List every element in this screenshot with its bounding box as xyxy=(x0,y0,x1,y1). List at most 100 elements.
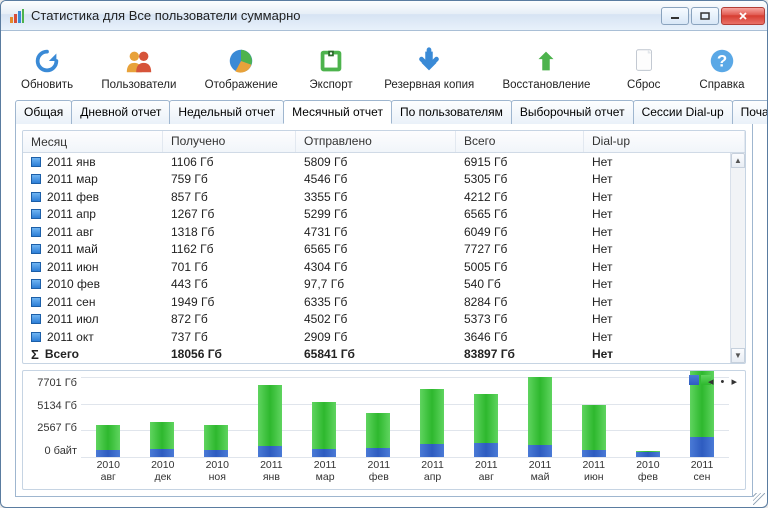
x-tick: 2011 сен xyxy=(691,459,714,483)
table-row[interactable]: 2011 мар759 Гб4546 Гб5305 ГбНет xyxy=(23,171,745,189)
cell-received: 701 Гб xyxy=(163,260,296,274)
reset-button[interactable]: Сброс xyxy=(615,43,673,93)
refresh-button[interactable]: Обновить xyxy=(17,43,77,93)
users-button[interactable]: Пользователи xyxy=(97,43,180,93)
bar-sent xyxy=(96,425,120,450)
cell-received: 1106 Гб xyxy=(163,155,296,169)
monthly-panel: Месяц Получено Отправлено Всего Dial-up … xyxy=(15,124,753,497)
vertical-scrollbar[interactable]: ▲ ▼ xyxy=(730,153,745,363)
tab-weekly[interactable]: Недельный отчет xyxy=(169,100,284,124)
scroll-down-icon[interactable]: ▼ xyxy=(731,348,745,363)
month-icon xyxy=(31,157,41,167)
restore-icon xyxy=(530,45,562,77)
table-row[interactable]: 2011 авг1318 Гб4731 Гб6049 ГбНет xyxy=(23,223,745,241)
backup-button[interactable]: Резервная копия xyxy=(380,43,478,93)
cell-month: 2011 фев xyxy=(47,190,99,204)
cell-total: 3646 Гб xyxy=(456,330,584,344)
tab-monthly[interactable]: Месячный отчет xyxy=(283,100,392,124)
table-row[interactable]: 2011 июл872 Гб4502 Гб5373 ГбНет xyxy=(23,311,745,329)
tab-general[interactable]: Общая xyxy=(15,100,72,124)
bar-group[interactable] xyxy=(366,413,390,457)
cell-received: 443 Гб xyxy=(163,277,296,291)
cell-dialup: Нет xyxy=(584,190,745,204)
tab-by-users[interactable]: По пользователям xyxy=(391,100,512,124)
cell-sent: 4304 Гб xyxy=(296,260,456,274)
cell-sent: 4731 Гб xyxy=(296,225,456,239)
bar-group[interactable] xyxy=(258,385,282,457)
table-row[interactable]: 2011 фев857 Гб3355 Гб4212 ГбНет xyxy=(23,188,745,206)
chart-plot[interactable]: 2010 авг2010 дек2010 ноя2011 янв2011 мар… xyxy=(81,375,739,487)
minimize-button[interactable] xyxy=(661,7,689,25)
month-icon xyxy=(31,314,41,324)
month-icon xyxy=(31,297,41,307)
bar-sent xyxy=(528,377,552,445)
tab-daily[interactable]: Дневной отчет xyxy=(71,100,170,124)
titlebar[interactable]: Статистика для Все пользователи суммарно xyxy=(1,1,767,31)
table-row[interactable]: 2010 фев443 Гб97,7 Гб540 ГбНет xyxy=(23,276,745,294)
tab-hourly[interactable]: Почасовой отчет xyxy=(732,100,768,124)
cell-received: 857 Гб xyxy=(163,190,296,204)
y-tick: 2567 Гб xyxy=(37,422,77,434)
bar-group[interactable] xyxy=(474,394,498,457)
month-icon xyxy=(31,192,41,202)
tab-dialup-sessions[interactable]: Сессии Dial-up xyxy=(633,100,733,124)
table-header: Месяц Получено Отправлено Всего Dial-up xyxy=(23,131,745,153)
help-label: Справка xyxy=(699,79,744,91)
scroll-up-icon[interactable]: ▲ xyxy=(731,153,745,168)
display-icon xyxy=(225,45,257,77)
chart: 7701 Гб5134 Гб2567 Гб0 байт 2010 авг2010… xyxy=(22,370,746,490)
restore-button[interactable]: Восстановление xyxy=(498,43,594,93)
x-tick: 2010 авг xyxy=(97,459,120,483)
export-button[interactable]: Экспорт xyxy=(302,43,360,93)
cell-total: 6915 Гб xyxy=(456,155,584,169)
table-row[interactable]: 2011 сен1949 Гб6335 Гб8284 ГбНет xyxy=(23,293,745,311)
col-sent[interactable]: Отправлено xyxy=(296,131,456,152)
app-icon xyxy=(9,8,25,24)
bar-sent xyxy=(366,413,390,448)
cell-received: 759 Гб xyxy=(163,172,296,186)
x-tick: 2010 дек xyxy=(151,459,174,483)
x-tick: 2011 янв xyxy=(260,459,283,483)
table-row[interactable]: 2011 янв1106 Гб5809 Гб6915 ГбНет xyxy=(23,153,745,171)
window-title: Статистика для Все пользователи суммарно xyxy=(31,8,661,23)
restore-label: Восстановление xyxy=(502,79,590,91)
bar-group[interactable] xyxy=(204,425,228,457)
bar-group[interactable] xyxy=(528,377,552,457)
col-dialup[interactable]: Dial-up xyxy=(584,131,745,152)
table-row[interactable]: 2011 апр1267 Гб5299 Гб6565 ГбНет xyxy=(23,206,745,224)
display-button[interactable]: Отображение xyxy=(201,43,282,93)
col-total[interactable]: Всего xyxy=(456,131,584,152)
cell-received: 18056 Гб xyxy=(163,347,296,361)
users-icon xyxy=(123,45,155,77)
bar-group[interactable] xyxy=(312,402,336,457)
bar-group[interactable] xyxy=(582,405,606,457)
maximize-button[interactable] xyxy=(691,7,719,25)
tab-selective[interactable]: Выборочный отчет xyxy=(511,100,634,124)
x-tick: 2011 апр xyxy=(421,459,444,483)
refresh-label: Обновить xyxy=(21,79,73,91)
bar-group[interactable] xyxy=(150,422,174,457)
cell-month: 2011 май xyxy=(47,242,98,256)
toolbar: Обновить Пользователи Отображение Экспор… xyxy=(17,43,751,93)
help-button[interactable]: ? Справка xyxy=(693,43,751,93)
bar-group[interactable] xyxy=(636,451,660,457)
cell-received: 1949 Гб xyxy=(163,295,296,309)
chart-nav[interactable]: ◂ • ▸ xyxy=(708,375,739,388)
bar-group[interactable] xyxy=(96,425,120,457)
table-row[interactable]: 2011 окт737 Гб2909 Гб3646 ГбНет xyxy=(23,328,745,346)
cell-dialup: Нет xyxy=(584,277,745,291)
bar-group[interactable] xyxy=(420,389,444,457)
resize-grip[interactable] xyxy=(753,493,765,505)
col-received[interactable]: Получено xyxy=(163,131,296,152)
export-icon xyxy=(315,45,347,77)
table-row[interactable]: 2011 май1162 Гб6565 Гб7727 ГбНет xyxy=(23,241,745,259)
cell-total: 7727 Гб xyxy=(456,242,584,256)
table-row[interactable]: 2011 июн701 Гб4304 Гб5005 ГбНет xyxy=(23,258,745,276)
users-label: Пользователи xyxy=(101,79,176,91)
cell-sent: 6565 Гб xyxy=(296,242,456,256)
col-month[interactable]: Месяц xyxy=(23,131,163,152)
table-total-row[interactable]: ΣВсего18056 Гб65841 Гб83897 ГбНет xyxy=(23,346,745,364)
cell-received: 737 Гб xyxy=(163,330,296,344)
close-button[interactable] xyxy=(721,7,765,25)
cell-total: 5305 Гб xyxy=(456,172,584,186)
